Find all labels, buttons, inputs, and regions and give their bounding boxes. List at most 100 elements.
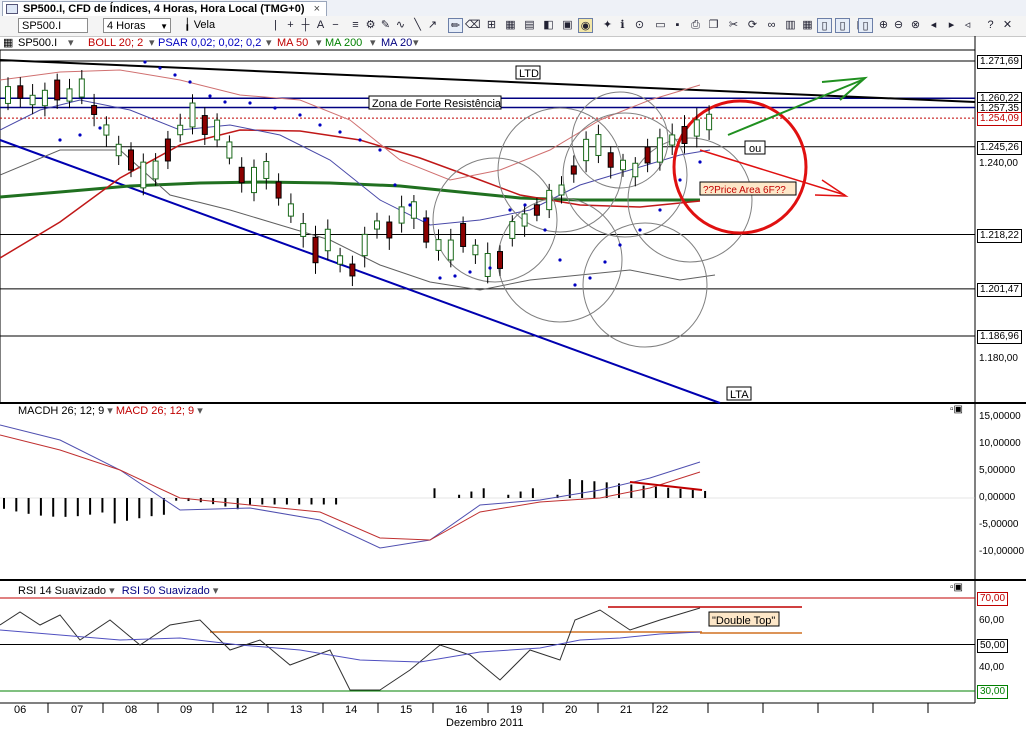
candle-body [583,138,590,162]
candle-body [607,152,614,168]
ma200-line [0,180,700,202]
candle-body [78,78,85,98]
psar-dot [358,138,362,142]
rsi-tick-label: 60,00 [979,615,1005,627]
time-tick-label: 16 [455,704,468,716]
psar-dot [588,276,592,280]
resistance-zone-label: Zona de Forte Resistência [372,98,502,110]
psar-dot [158,66,162,70]
candle-body [115,143,122,157]
psar-dot [98,126,102,130]
maximize-panel-icon[interactable]: ▣ [954,404,963,415]
candle-body [361,233,368,257]
price-area-label: ??Price Area 6F?? [703,185,786,196]
psar-dot [273,106,277,110]
macd-tick-label: 10,00000 [979,438,1021,449]
candle-body [570,165,577,175]
psar-dot [338,130,342,134]
double-top-label: "Double Top" [712,615,775,627]
candle-body [632,162,639,178]
candle-body [226,141,233,159]
psar-dot [143,60,147,64]
psar-dot [223,100,227,104]
candle-body [558,184,565,196]
psar-dot [618,243,622,247]
psar-dot [58,138,62,142]
maximize-panel-icon[interactable]: ▣ [954,582,963,593]
psar-dot [603,260,607,264]
rsi-level-badge: 30,00 [977,685,1009,699]
psar-dot [318,123,322,127]
candle-body [484,253,491,277]
panel-window-controls: ▫▣ [950,582,963,593]
macd-tick-label: -10,00000 [979,546,1025,557]
psar-dot [438,276,442,280]
month-label: Dezembro 2011 [446,717,524,729]
time-tick-label: 15 [400,704,413,716]
candle-body [263,161,270,179]
candle-body [287,203,294,217]
rsi14-legend[interactable]: RSI 14 Suavizado [18,585,106,597]
price-level-badge: 1.186,96 [977,330,1022,344]
candle-body [423,217,430,243]
psar-dot [523,203,527,207]
candle-body [337,255,344,265]
psar-dot [508,208,512,212]
price-level-badge: 1.254,09 [977,112,1022,127]
psar-dot [558,258,562,262]
candle-body [521,213,528,227]
candle-body [349,263,356,277]
time-tick-label: 22 [656,704,669,716]
psar-dot [78,133,82,137]
dropdown-arrow-icon[interactable]: ▾ [197,405,203,417]
psar-dot [208,94,212,98]
ltd-label: LTD [519,68,539,80]
candle-body [66,88,73,102]
candle-body [177,124,184,136]
macd-tick-label: 15,00000 [979,411,1021,422]
candle-body [214,119,221,141]
price-tick-label: 1.180,00 [979,352,1018,364]
bearish-arrow-head [814,179,849,197]
time-tick-label: 12 [235,704,248,716]
dropdown-arrow-icon[interactable]: ▾ [107,405,113,417]
candle-body [29,94,36,106]
psar-dot [423,218,427,222]
psar-dot [453,274,457,278]
candle-body [595,134,602,156]
price-level-badge: 1.218,22 [977,228,1022,243]
ou-label: ou [749,143,761,155]
macd-line-legend[interactable]: MACD 26; 12; 9 [116,405,194,417]
time-tick-label: 07 [71,704,84,716]
candle-body [164,138,171,162]
psar-dot [638,228,642,232]
candle-body [410,201,417,219]
candle-body [103,124,110,136]
time-tick-label: 20 [565,704,578,716]
candle-body [91,105,98,115]
dropdown-arrow-icon[interactable]: ▾ [109,585,115,597]
psar-dot [698,160,702,164]
rsi-level-badge: 70,00 [977,592,1009,606]
annotation-labels: LTD LTA Zona de Forte Resistência ou ??P… [368,65,797,627]
dropdown-arrow-icon[interactable]: ▾ [213,585,219,597]
candle-body [533,204,540,216]
time-tick-label: 06 [14,704,27,716]
candle-body [251,166,257,194]
rsi50-line [0,629,701,663]
psar-dot [543,228,547,232]
rsi-level-badge: 50,00 [977,638,1009,653]
candle-body [693,119,700,137]
candle-body [312,236,319,264]
lta-label: LTA [730,389,749,401]
macdh-legend[interactable]: MACDH 26; 12; 9 [18,405,104,417]
time-tick-label: 08 [125,704,138,716]
time-tick-label: 14 [345,704,358,716]
rsi50-legend[interactable]: RSI 50 Suavizado [122,585,210,597]
candle-body [620,159,626,171]
macd-tick-label: 5,00000 [979,465,1016,476]
candle-body [472,244,479,256]
analysis-circle [497,107,623,233]
psar-dot [393,183,397,187]
chart-canvas[interactable]: LTD LTA Zona de Forte Resistência ou ??P… [0,0,1026,730]
